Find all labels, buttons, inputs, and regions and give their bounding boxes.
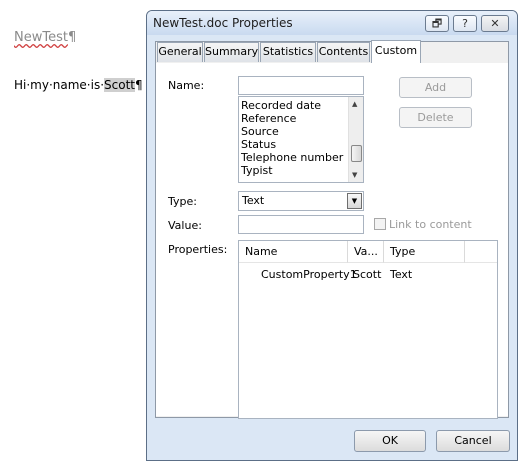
list-item[interactable]: Source [239, 125, 363, 138]
list-item[interactable]: Reference [239, 112, 363, 125]
document-title-word: NewTest [14, 30, 68, 45]
value-label: Value: [168, 219, 202, 232]
name-input[interactable] [238, 76, 364, 95]
tab-summary[interactable]: Summary [204, 42, 259, 62]
document-body-line: Hi·my·name·is·Scott¶ [14, 78, 143, 92]
list-scrollbar[interactable]: ▲ ▼ [348, 97, 363, 182]
name-label: Name: [168, 79, 205, 92]
restore-icon[interactable]: 🗗 [425, 15, 449, 32]
value-input[interactable] [238, 215, 364, 234]
row-property-value: Scott [353, 268, 382, 281]
ok-button[interactable]: OK [354, 430, 426, 452]
list-item[interactable]: Status [239, 138, 363, 151]
list-item[interactable]: Telephone number [239, 151, 363, 164]
scroll-up-arrow-icon[interactable]: ▲ [352, 100, 357, 108]
pilcrow-mark: ¶ [67, 30, 77, 45]
tab-custom[interactable]: Custom [371, 40, 421, 63]
body-pilcrow-mark: ¶ [135, 78, 143, 92]
row-property-name: CustomProperty1 [261, 268, 357, 281]
tab-contents[interactable]: Contents [317, 42, 370, 62]
type-select[interactable]: Text ▼ [238, 191, 364, 211]
column-header-value[interactable]: Va... [348, 241, 384, 263]
tab-general[interactable]: General [157, 42, 203, 62]
tab-statistics[interactable]: Statistics [260, 42, 316, 62]
custom-tab-content: Name: Recorded date Reference Source Sta… [156, 63, 508, 419]
document-title-line: NewTest¶ [14, 30, 76, 45]
close-icon[interactable]: ✕ [481, 15, 509, 32]
body-highlighted-text: Scott [104, 78, 135, 92]
delete-button[interactable]: Delete [399, 107, 472, 128]
column-header-filler [465, 241, 497, 263]
properties-label: Properties: [168, 243, 228, 256]
name-suggestions-list[interactable]: Recorded date Reference Source Status Te… [238, 96, 364, 183]
column-header-type[interactable]: Type [384, 241, 465, 263]
scrollbar-thumb[interactable] [351, 145, 362, 162]
link-to-content-label: Link to content [389, 218, 472, 231]
row-property-type: Text [390, 268, 413, 281]
help-icon[interactable]: ? [453, 15, 477, 32]
type-select-value: Text [242, 194, 265, 207]
dialog-titlebar[interactable]: NewTest.doc Properties 🗗 ? ✕ [147, 11, 517, 35]
scroll-down-arrow-icon[interactable]: ▼ [352, 171, 357, 179]
cancel-button[interactable]: Cancel [436, 430, 510, 452]
list-item[interactable]: Recorded date [239, 99, 363, 112]
properties-table[interactable]: Name Va... Type CustomProperty1 Scott Te… [238, 240, 498, 419]
link-to-content-checkbox[interactable] [374, 218, 386, 230]
type-label: Type: [168, 195, 197, 208]
add-button[interactable]: Add [399, 77, 472, 98]
column-header-name[interactable]: Name [239, 241, 348, 263]
dialog-title: NewTest.doc Properties [153, 16, 293, 30]
properties-dialog: NewTest.doc Properties 🗗 ? ✕ General Sum… [146, 10, 518, 461]
body-text: Hi·my·name·is· [14, 78, 105, 92]
chevron-down-icon[interactable]: ▼ [347, 193, 362, 209]
list-item[interactable]: Typist [239, 164, 363, 177]
